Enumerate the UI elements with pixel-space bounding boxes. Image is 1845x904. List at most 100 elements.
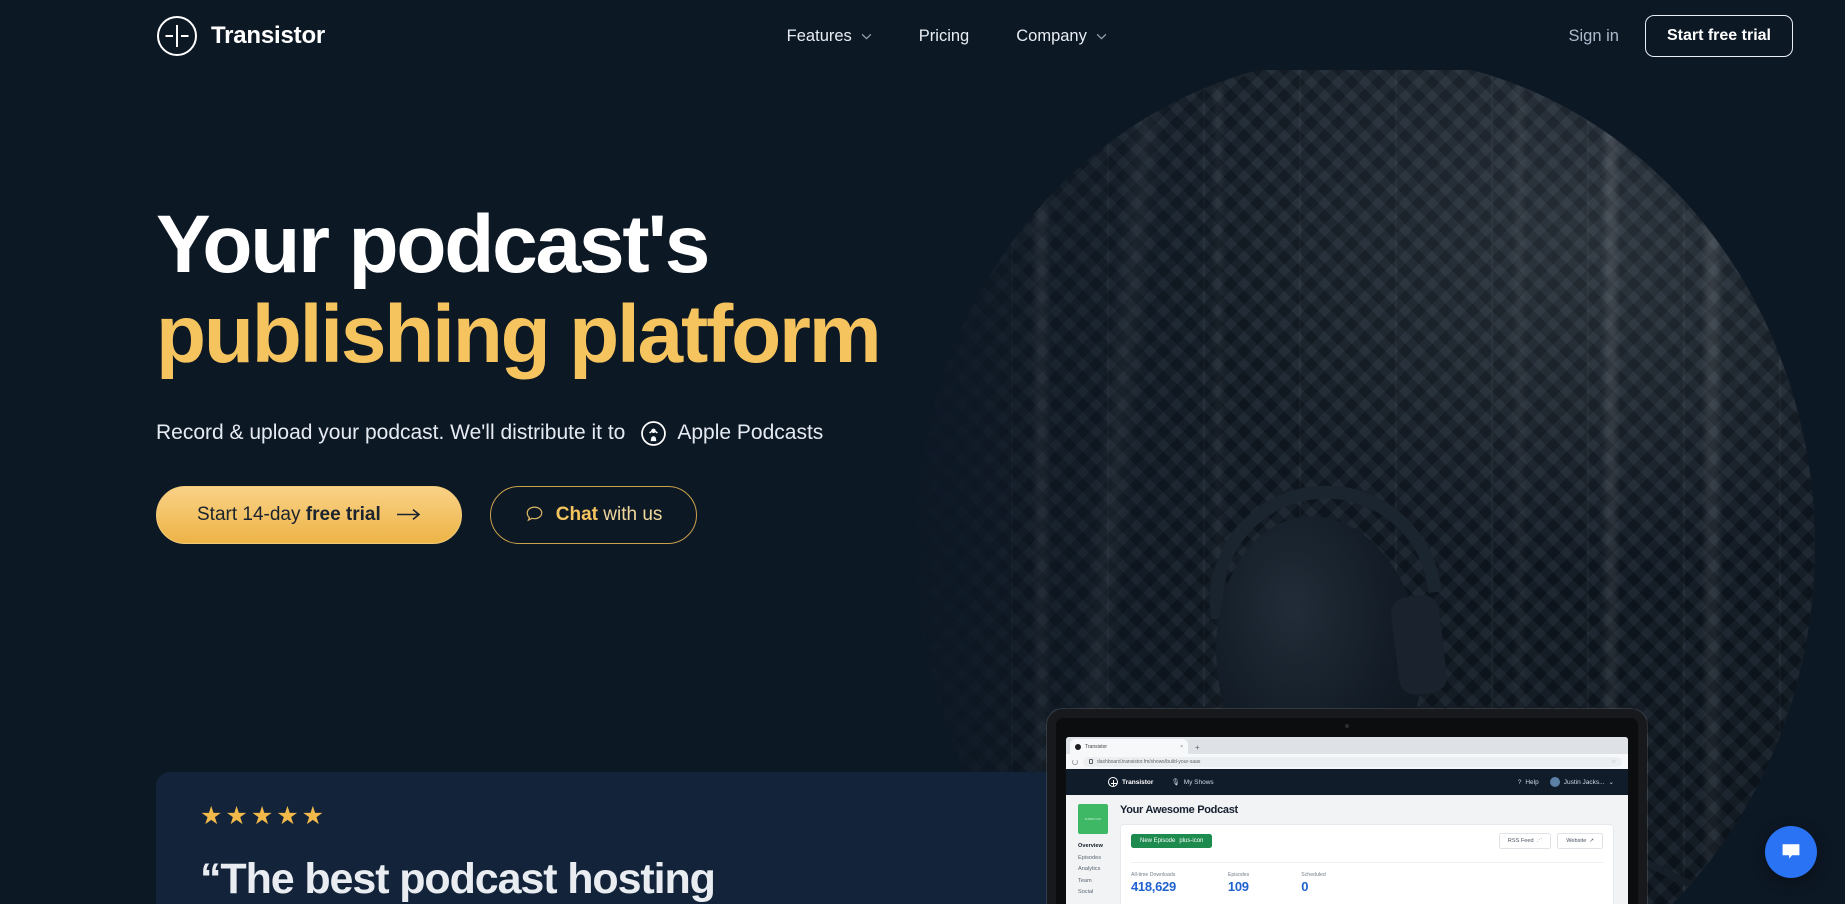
rss-icon: ⋰ — [1536, 838, 1543, 844]
dashboard-body: SUPER FUN Overview Episodes Analytics Te… — [1066, 795, 1628, 904]
new-tab-button[interactable]: + — [1191, 743, 1204, 754]
sidebar-item-team[interactable]: Team — [1078, 878, 1112, 884]
page-title: Your podcast's publishing platform — [156, 199, 882, 376]
headphone-band — [1196, 472, 1442, 620]
hero-platform-label: Apple Podcasts — [677, 421, 824, 445]
stat-value: 418,629 — [1131, 879, 1176, 894]
rss-feed-button[interactable]: RSS Feed ⋰ — [1498, 833, 1552, 849]
hero-section: Your podcast's publishing platform Recor… — [156, 199, 882, 544]
headline-line-1: Your podcast's — [156, 199, 710, 290]
sidebar-item-analytics[interactable]: Analytics — [1078, 866, 1112, 872]
new-episode-button[interactable]: New Episode plus-icon — [1131, 834, 1213, 848]
arrow-right-icon — [396, 509, 421, 521]
browser-tab[interactable]: Transistor × — [1070, 739, 1188, 754]
help-circle-icon: ? — [1517, 778, 1522, 786]
hero-subtext-label: Record & upload your podcast. We'll dist… — [156, 421, 626, 445]
nav-item-features[interactable]: Features — [787, 27, 872, 46]
nav-item-company-label: Company — [1016, 26, 1087, 45]
primary-navigation: Features Pricing Company — [787, 27, 1107, 46]
stat-value: 0 — [1301, 879, 1309, 894]
rss-feed-label: RSS Feed — [1507, 838, 1534, 844]
card-toolbar: New Episode plus-icon RSS Feed ⋰ Website… — [1131, 833, 1603, 849]
header-actions: Sign in Start free trial — [1568, 15, 1793, 57]
url-input[interactable]: dashboard.transistor.fm/shows/build-your… — [1083, 756, 1622, 767]
transistor-circle-icon — [1108, 777, 1118, 787]
podcast-title: Your Awesome Podcast — [1120, 804, 1238, 816]
favicon-icon — [1075, 743, 1081, 750]
dashboard-main: Your Awesome Podcast New Episode plus-ic… — [1112, 795, 1628, 904]
new-episode-label: New Episode — [1140, 838, 1176, 844]
sidebar-item-social[interactable]: Social — [1078, 889, 1112, 895]
star-icon[interactable]: ☆ — [1612, 759, 1616, 765]
sign-in-link[interactable]: Sign in — [1568, 27, 1618, 46]
nav-item-company[interactable]: Company — [1016, 27, 1107, 46]
sidebar-item-overview[interactable]: Overview — [1078, 843, 1112, 849]
cta-secondary-normal: with us — [598, 503, 663, 525]
sidebar-item-episodes[interactable]: Episodes — [1078, 855, 1112, 861]
laptop-mockup: Transistor × + dashboard.transistor.fm/s… — [1047, 709, 1647, 904]
cta-primary-bold: free trial — [305, 503, 381, 525]
overview-card: New Episode plus-icon RSS Feed ⋰ Website… — [1120, 824, 1614, 904]
stat-scheduled: Scheduled 0 — [1301, 872, 1326, 894]
site-header: Transistor Features Pricing Company Sign… — [0, 0, 1845, 72]
nav-my-shows-label: My Shows — [1183, 778, 1214, 786]
close-icon[interactable]: × — [1180, 744, 1183, 750]
lock-icon — [1089, 759, 1093, 764]
nav-my-shows[interactable]: 🎙 My Shows — [1171, 778, 1214, 787]
star-rating: ★★★★★ — [200, 802, 328, 830]
nav-help-label: Help — [1525, 778, 1539, 786]
start-14-day-free-trial-button[interactable]: Start 14-day free trial — [156, 485, 462, 544]
brand-logo-link[interactable]: Transistor — [156, 15, 325, 57]
avatar — [1549, 777, 1560, 787]
card-toolbar-right: RSS Feed ⋰ Website ↗ — [1498, 833, 1603, 849]
dashboard-sidebar-list: Overview Episodes Analytics Team Social — [1078, 843, 1112, 895]
brand-name: Transistor — [211, 22, 326, 49]
hero-subtext: Record & upload your podcast. We'll dist… — [156, 420, 879, 446]
transistor-circle-icon — [157, 16, 197, 56]
website-label: Website — [1566, 838, 1587, 844]
chat-bubble-icon — [526, 506, 543, 522]
user-menu[interactable]: Justin Jacks... ⌄ — [1549, 777, 1614, 787]
cta-secondary-bold: Chat — [555, 503, 598, 525]
cta-secondary-text: Chat with us — [556, 504, 663, 526]
plus-icon: plus-icon — [1179, 838, 1204, 844]
dashboard-brand[interactable]: Transistor — [1108, 777, 1153, 787]
podcast-cover-art: SUPER FUN — [1078, 804, 1108, 834]
external-link-icon: ↗ — [1589, 838, 1594, 844]
stat-label: All-time Downloads — [1131, 872, 1176, 878]
chat-bubble-filled-icon — [1782, 844, 1800, 859]
wall-stripe — [1705, 70, 1719, 904]
nav-item-pricing-label: Pricing — [918, 26, 970, 45]
dashboard-sidebar: SUPER FUN Overview Episodes Analytics Te… — [1066, 795, 1112, 904]
stat-value: 109 — [1227, 879, 1249, 894]
browser-tab-strip: Transistor × + — [1066, 737, 1628, 754]
reload-icon[interactable] — [1072, 758, 1078, 765]
browser-address-bar: dashboard.transistor.fm/shows/build-your… — [1066, 754, 1628, 769]
nav-item-features-label: Features — [786, 26, 852, 45]
cta-primary-normal: Start 14-day — [197, 503, 306, 525]
stat-episodes: Episodes 109 — [1228, 872, 1249, 894]
nav-item-pricing[interactable]: Pricing — [919, 27, 969, 46]
dashboard-top-nav: Transistor 🎙 My Shows ? Help Justin Jack… — [1066, 769, 1628, 795]
webcam-dot — [1345, 724, 1349, 728]
nav-help[interactable]: ? Help — [1518, 779, 1539, 786]
dashboard-brand-label: Transistor — [1122, 778, 1154, 786]
apple-podcasts-icon — [641, 420, 667, 446]
user-menu-label: Justin Jacks... — [1563, 778, 1605, 786]
cover-art-text: SUPER FUN — [1084, 817, 1102, 821]
website-button[interactable]: Website ↗ — [1557, 833, 1603, 849]
browser-window: Transistor × + dashboard.transistor.fm/s… — [1066, 737, 1628, 904]
stats-row: All-time Downloads 418,629 Episodes 109 … — [1131, 862, 1603, 894]
chat-with-us-button[interactable]: Chat with us — [489, 485, 698, 544]
stat-label: Scheduled — [1301, 872, 1326, 878]
chevron-down-icon — [861, 33, 872, 40]
cta-primary-text: Start 14-day free trial — [197, 504, 381, 526]
microphone-icon: 🎙 — [1171, 779, 1180, 786]
chat-widget-button[interactable] — [1765, 826, 1817, 878]
start-free-trial-button[interactable]: Start free trial — [1644, 15, 1793, 57]
testimonial-quote: “The best podcast hosting — [200, 855, 716, 903]
url-text: dashboard.transistor.fm/shows/build-your… — [1097, 758, 1201, 765]
browser-tab-title: Transistor — [1085, 743, 1108, 750]
stat-all-time-downloads: All-time Downloads 418,629 — [1131, 872, 1176, 894]
chevron-down-icon: ⌄ — [1608, 779, 1614, 786]
